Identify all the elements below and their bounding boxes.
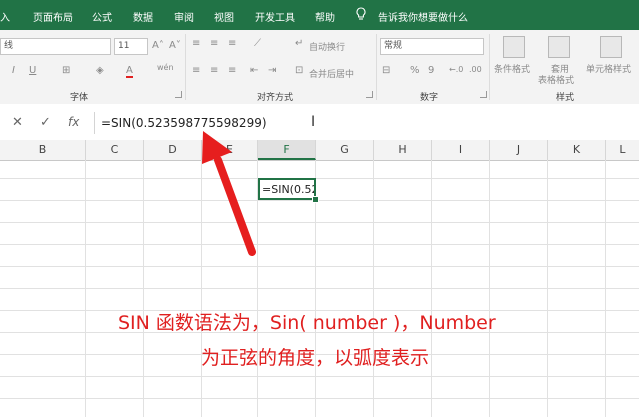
annotation-line-1: SIN 函数语法为，Sin( number )，Number [118, 312, 496, 334]
annotation-line-2: 为正弦的角度，以弧度表示 [201, 347, 430, 369]
